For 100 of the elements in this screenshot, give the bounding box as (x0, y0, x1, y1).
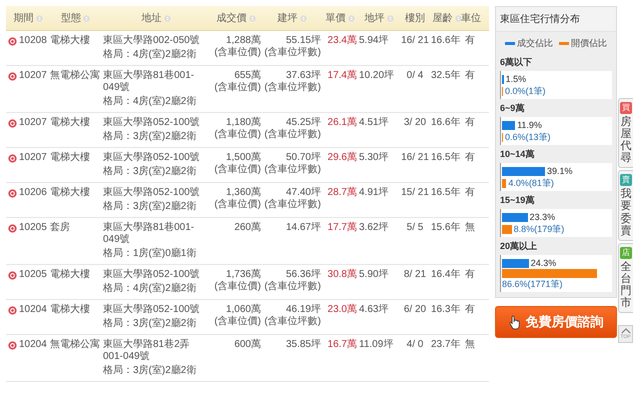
price-note: (含車位價) (214, 164, 261, 176)
period-cell: 10208 (19, 35, 47, 47)
deal-percent: 23.3% (530, 211, 556, 223)
ask-percent: 8.8%(179筆) (514, 223, 564, 235)
unit-price-cell-text: 28.7萬 (326, 187, 357, 200)
area-cell-text: 45.25坪 (286, 117, 321, 128)
area-note: (含車位坪數) (264, 164, 321, 176)
column-header[interactable]: 地址 (103, 11, 209, 25)
age-cell-text: 15.6年 (431, 222, 462, 235)
layout-text: 格局：3房(室)2廳2衛 (103, 131, 198, 143)
layout-text: 格局：3房(室)2廳2衛 (103, 365, 198, 377)
target-icon[interactable] (8, 119, 17, 128)
age-cell-text: 32.5年 (431, 70, 462, 83)
target-icon[interactable] (8, 154, 17, 163)
target-icon[interactable] (8, 224, 17, 233)
address-cell-text: 東區大學路052-100號 (103, 304, 201, 316)
column-header[interactable]: 型態 (50, 11, 101, 25)
layout-text: 格局：3房(室)2廳2衛 (103, 201, 198, 213)
deal-percent: 1.5% (506, 73, 526, 85)
sort-icon (83, 14, 90, 22)
address-cell-text: 東區大學路002-050號 (103, 35, 201, 47)
floor-cell-text: 6/ 20 (402, 304, 428, 317)
target-icon[interactable] (8, 189, 17, 198)
ask-percent: 86.6%(1771筆) (502, 278, 563, 290)
area-note: (含車位坪數) (264, 281, 321, 293)
target-icon[interactable] (8, 72, 17, 81)
column-header[interactable]: 單價 (323, 11, 357, 25)
price-cell-text: 655萬 (234, 70, 261, 82)
layout-text: 格局：4房(室)2廳2衛 (103, 283, 198, 295)
target-icon[interactable] (8, 37, 17, 46)
address-cell-text: 東區大學路81巷001-049號 (103, 70, 196, 94)
ask-percent: 0.0%(1筆) (505, 85, 546, 97)
price-cell-text: 1,060萬 (226, 304, 261, 316)
parking-cell-text: 有 (465, 70, 476, 83)
parking-cell-text: 有 (465, 187, 476, 200)
sort-icon (454, 14, 462, 22)
column-header[interactable]: 期間 (8, 11, 48, 25)
side-tab[interactable]: 賣 我要委賣 (618, 170, 633, 241)
target-icon[interactable] (8, 306, 17, 315)
floor-cell-text: 3/ 20 (402, 117, 428, 130)
price-cell-text: 1,180萬 (226, 117, 261, 128)
price-cell-text: 1,360萬 (226, 187, 261, 198)
address-cell-text: 東區大學路052-100號 (103, 117, 201, 129)
parking-cell-text: 有 (465, 269, 476, 282)
deal-percent: 11.9% (517, 119, 542, 131)
sort-icon (300, 14, 306, 22)
address-cell-text: 東區大學路052-100號 (103, 187, 201, 199)
panel-title: 東區住宅行情分布 (496, 7, 616, 32)
range-label: 6萬以下 (500, 56, 534, 69)
address-cell-text: 東區大學路052-100號 (103, 269, 201, 281)
unit-price-cell-text: 16.7萬 (326, 339, 357, 352)
price-note: (含車位價) (214, 199, 261, 211)
price-note: (含車位價) (214, 47, 261, 59)
parking-cell-text: 有 (465, 304, 476, 317)
period-cell: 10205 (19, 222, 47, 234)
unit-price-cell-text: 23.4萬 (326, 35, 357, 48)
range-label: 10~14萬 (500, 148, 536, 161)
consult-button[interactable]: 免費房價諮詢 (495, 306, 617, 338)
target-icon[interactable] (8, 341, 17, 350)
floor-cell-text: 0/ 4 (406, 70, 424, 83)
land-area-cell-text: 11.09坪 (359, 339, 394, 352)
type-cell-text: 電梯大樓 (50, 35, 91, 48)
unit-price-cell-text: 29.6萬 (326, 152, 357, 165)
type-cell-text: 電梯大樓 (50, 187, 91, 200)
unit-price-cell-text: 17.4萬 (326, 70, 357, 83)
area-note: (含車位坪數) (264, 47, 321, 59)
area-cell: 35.85坪 (286, 339, 321, 351)
parking-cell-text: 有 (465, 35, 476, 48)
side-tab[interactable]: 店 全台門市 (618, 242, 633, 314)
tab-badge: 店 (620, 246, 632, 259)
column-header[interactable]: 建坪 (263, 11, 321, 25)
period-cell: 10207 (19, 117, 47, 129)
area-note: (含車位坪數) (264, 82, 321, 94)
address-cell-text: 東區大學路052-100號 (103, 152, 201, 164)
sort-icon (248, 14, 256, 22)
deal-percent: 24.3% (530, 257, 556, 269)
land-area-cell-text: 10.20坪 (359, 70, 396, 83)
column-header[interactable]: 樓別 (401, 11, 429, 25)
unit-price-cell-text: 26.1萬 (326, 117, 357, 130)
side-tab[interactable]: 買 房屋代尋 (618, 98, 633, 168)
floor-cell-text: 16/ 21 (401, 35, 429, 48)
type-cell-text: 電梯大樓 (50, 304, 91, 317)
layout-text: 格局：3房(室)2廳2衛 (103, 318, 198, 330)
price-cell: 600萬 (234, 339, 261, 351)
area-cell: 14.67坪 (286, 222, 321, 234)
floor-cell-text: 4/ 0 (406, 339, 424, 352)
type-cell-text: 無電梯公寓 (50, 70, 101, 83)
area-cell-text: 50.70坪 (286, 152, 321, 164)
floor-cell-text: 16/ 21 (401, 152, 429, 165)
column-header[interactable]: 地坪 (359, 11, 399, 25)
legend-label: 開價佔比 (571, 37, 607, 50)
area-note: (含車位坪數) (264, 199, 321, 211)
type-cell-text: 無電梯公寓 (50, 339, 101, 352)
land-area-cell-text: 4.91坪 (359, 187, 390, 200)
chevron-up-icon (620, 328, 630, 334)
target-icon[interactable] (8, 271, 17, 280)
area-cell-text: 37.63坪 (286, 70, 321, 82)
type-cell-text: 套房 (50, 222, 71, 235)
area-cell-text: 46.19坪 (286, 304, 321, 316)
column-header[interactable]: 成交價 (211, 11, 261, 25)
